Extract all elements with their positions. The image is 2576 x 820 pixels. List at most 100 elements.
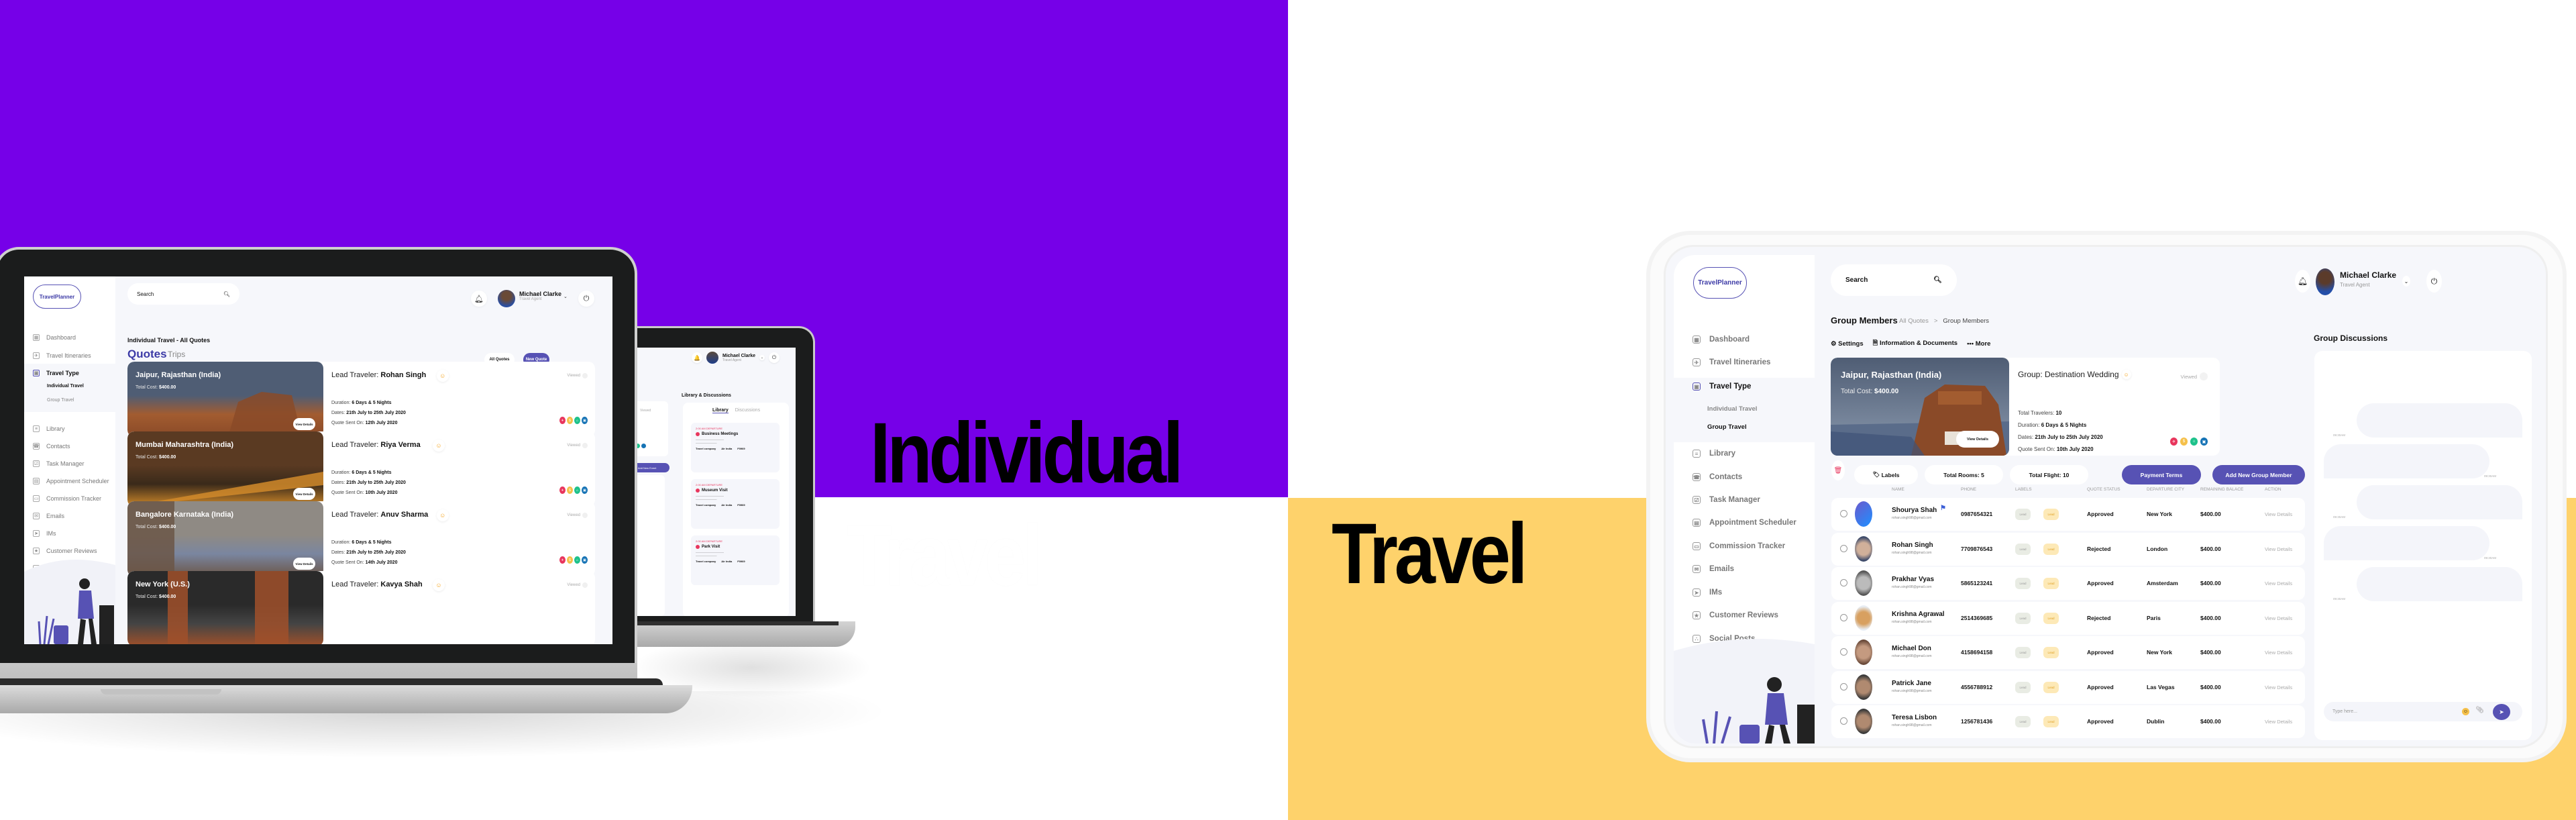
avatar[interactable] — [498, 290, 515, 307]
sidebar-item-emails[interactable]: ✉ Emails — [1674, 565, 1815, 573]
sidebar-item-appointment-scheduler[interactable]: ▤ Appointment Scheduler — [24, 478, 115, 484]
member-name[interactable]: Krishna Agrawal — [1892, 611, 1945, 618]
sidebar-item-travel-itineraries[interactable]: ✈ Travel Itineraries — [1674, 358, 1815, 366]
payment-terms-button[interactable]: Payment Terms — [2122, 465, 2201, 484]
power-icon[interactable]: ⏻ — [578, 291, 594, 307]
column-header-remaining-balace[interactable]: REMAINING BALACE — [2200, 487, 2243, 492]
column-header-departure-city[interactable]: DEPARTURE CITY — [2147, 487, 2184, 492]
emoji-icon[interactable]: ☺ — [2462, 708, 2469, 715]
library-item[interactable]: 2:00 AM DEPARTURE Museum Visit —————————… — [691, 479, 780, 529]
avatar[interactable] — [706, 352, 718, 364]
sidebar-item-contacts[interactable]: ☎ Contacts — [1674, 473, 1815, 481]
search-icon[interactable]: 🔍︎ — [1933, 276, 1942, 284]
sidebar-item-ims[interactable]: ➤ IMs — [1674, 588, 1815, 597]
user-block[interactable]: Michael Clarke Travel Agent — [2340, 270, 2396, 288]
sidebar-item-dashboard[interactable]: ▦ Dashboard — [1674, 336, 1815, 344]
sidebar-item-emails[interactable]: ✉ Emails — [24, 513, 115, 519]
view-details-link[interactable]: View Details — [2265, 719, 2292, 725]
sidebar-item-library[interactable]: ≡ Library — [24, 425, 115, 432]
more-action[interactable]: ••• More — [1967, 340, 1990, 348]
sidebar-item-task-manager[interactable]: ☑ Task Manager — [1674, 496, 1815, 504]
table-row[interactable] — [1831, 670, 2305, 704]
sidebar-item-travel-type[interactable]: ▣ Travel Type — [24, 370, 115, 376]
view-details-link[interactable]: View Details — [2265, 511, 2292, 517]
column-header-quote-status[interactable]: QUOTE STATUS — [2087, 487, 2121, 492]
row-select-radio[interactable] — [1840, 648, 1847, 656]
view-details-link[interactable]: View Details — [2265, 684, 2292, 690]
view-details-button[interactable]: View Details — [293, 418, 315, 430]
sidebar-item-commission-tracker[interactable]: ▭ Commission Tracker — [24, 495, 115, 502]
view-details-link[interactable]: View Details — [2265, 650, 2292, 656]
chevron-down-icon[interactable]: ⌄ — [759, 355, 765, 360]
user-block[interactable]: Michael Clarke Travel Agent — [519, 291, 561, 301]
member-name[interactable]: Teresa Lisbon — [1892, 714, 1937, 721]
labels-button[interactable]: 🏷︎ Labels — [1854, 465, 1918, 484]
breadcrumb-all-quotes[interactable]: All Quotes — [1899, 317, 1929, 325]
member-name[interactable]: Rohan Singh — [1892, 542, 1933, 549]
search-icon[interactable]: 🔍︎ — [223, 291, 230, 297]
sidebar-item-task-manager[interactable]: ☑ Task Manager — [24, 460, 115, 467]
logo[interactable]: TravelPlanner — [1693, 267, 1747, 299]
chevron-down-icon[interactable]: ⌄ — [564, 294, 568, 299]
add-group-member-button[interactable]: Add New Group Member — [2212, 465, 2305, 484]
power-icon[interactable]: ⏻ — [2426, 270, 2442, 293]
library-item[interactable]: 2:00 AM DEPARTURE Park Visit ———————————… — [691, 535, 780, 585]
table-row[interactable] — [1831, 532, 2305, 566]
library-item[interactable]: 2:00 AM DEPARTURE Business Meetings ————… — [691, 423, 780, 472]
member-name[interactable]: Michael Don — [1892, 645, 1931, 652]
member-name[interactable]: Patrick Jane — [1892, 680, 1931, 687]
sidebar-subitem-group-travel[interactable]: Group Travel — [1707, 423, 1747, 431]
sidebar-subitem-individual-travel[interactable]: Individual Travel — [1707, 405, 1757, 413]
view-details-link[interactable]: View Details — [2265, 546, 2292, 552]
table-row[interactable] — [1831, 636, 2305, 669]
table-row[interactable] — [1831, 601, 2305, 635]
add-new-event-button[interactable]: + Add New Event — [635, 463, 669, 472]
bell-icon[interactable]: 🔔︎ — [471, 291, 487, 307]
column-header-action[interactable]: ACTION — [2265, 487, 2282, 492]
sidebar-item-contacts[interactable]: ☎ Contacts — [24, 443, 115, 450]
search-input[interactable]: Search 🔍︎ — [127, 283, 239, 305]
view-details-button[interactable]: View Details — [1956, 431, 1999, 448]
row-select-radio[interactable] — [1840, 682, 1847, 690]
column-header-phone[interactable]: PHONE — [1961, 487, 1976, 492]
row-select-radio[interactable] — [1840, 510, 1847, 517]
settings-action[interactable]: ⚙ Settings — [1831, 340, 1864, 348]
sidebar-subitem-individual-travel[interactable]: Individual Travel — [47, 384, 84, 389]
sidebar-item-dashboard[interactable]: ▦ Dashboard — [24, 334, 115, 341]
bell-icon[interactable]: 🔔︎ — [2295, 270, 2310, 293]
row-select-radio[interactable] — [1840, 579, 1847, 586]
view-details-button[interactable]: View Details — [293, 488, 315, 500]
tab-discussions[interactable]: Discussions — [735, 408, 760, 413]
column-header-labels[interactable]: LABELS — [2015, 487, 2032, 492]
table-row[interactable] — [1831, 567, 2305, 600]
sidebar-subitem-group-travel[interactable]: Group Travel — [47, 398, 74, 403]
row-select-radio[interactable] — [1840, 717, 1847, 725]
sidebar-item-travel-itineraries[interactable]: ✈ Travel Itineraries — [24, 352, 115, 359]
search-input[interactable]: Search 🔍︎ — [1831, 264, 1957, 296]
view-details-button[interactable]: View Details — [293, 558, 315, 570]
table-row[interactable] — [1831, 498, 2305, 531]
member-name[interactable]: Shourya Shah — [1892, 507, 1937, 514]
info-docs-action[interactable]: 🗎 Information & Documents — [1873, 338, 1957, 349]
send-icon[interactable]: ➤ — [2493, 704, 2510, 720]
tab-trips[interactable]: Trips — [168, 350, 185, 359]
view-details-link[interactable]: View Details — [2265, 580, 2292, 586]
row-select-radio[interactable] — [1840, 544, 1847, 552]
bell-icon[interactable]: 🔔 — [692, 352, 702, 363]
attachment-icon[interactable]: 📎︎ — [2475, 707, 2484, 714]
row-select-radio[interactable] — [1840, 613, 1847, 621]
power-icon[interactable]: ⏻ — [769, 352, 780, 363]
column-header-name[interactable]: NAME — [1892, 487, 1904, 492]
logo[interactable]: TravelPlanner — [33, 285, 81, 309]
tab-library[interactable]: Library — [712, 408, 729, 413]
sidebar-item-appointment-scheduler[interactable]: ▤ Appointment Scheduler — [1674, 519, 1815, 527]
trash-icon[interactable]: 🗑︎ — [1831, 460, 1845, 480]
sidebar-item-travel-type[interactable]: ▣ Travel Type — [1674, 382, 1815, 391]
table-row[interactable] — [1831, 705, 2305, 738]
member-name[interactable]: Prakhar Vyas — [1892, 576, 1934, 583]
tab-quotes[interactable]: Quotes — [127, 348, 167, 361]
chevron-down-icon[interactable]: ⌄ — [2402, 276, 2410, 287]
user-block[interactable]: Michael Clarke Travel Agent — [722, 354, 755, 362]
avatar[interactable] — [2316, 268, 2334, 295]
view-details-link[interactable]: View Details — [2265, 615, 2292, 621]
